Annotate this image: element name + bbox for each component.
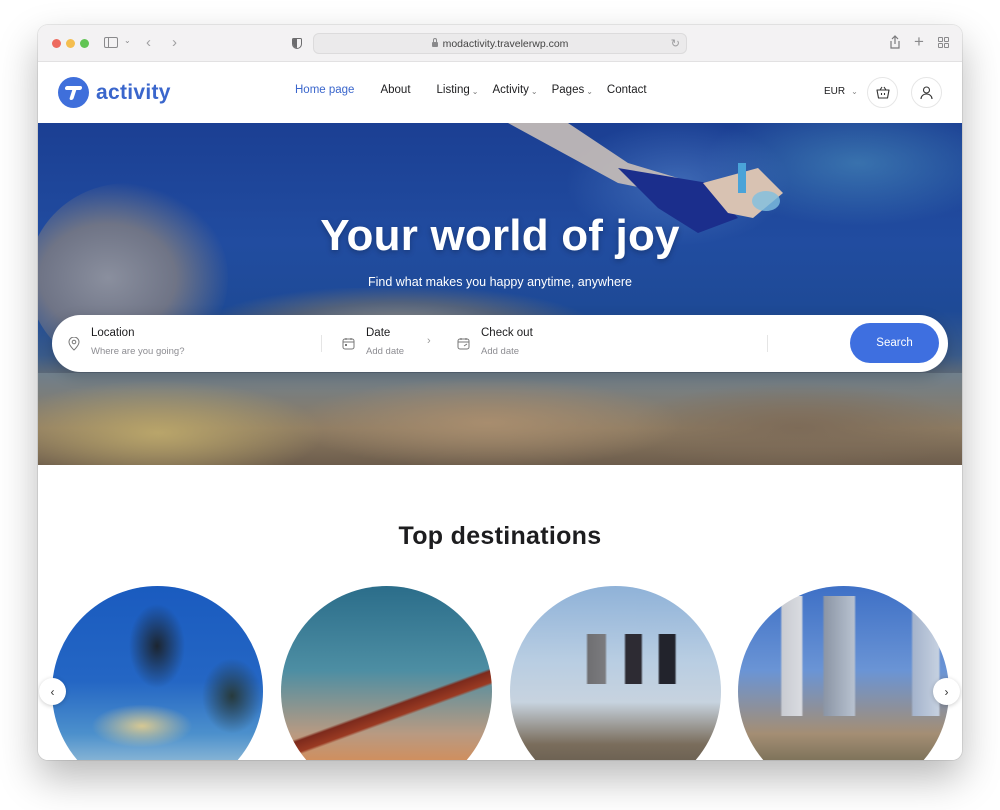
address-bar[interactable]: modactivity.travelerwp.com ↻ — [313, 33, 687, 54]
date-label: Date — [366, 327, 391, 339]
nav-home[interactable]: Home page — [295, 84, 354, 96]
reload-icon[interactable]: ↻ — [671, 37, 680, 50]
hero-banner: Your world of joy Find what makes you ha… — [38, 123, 962, 465]
chevron-down-icon: ⌄ — [471, 86, 479, 96]
checkout-input[interactable]: Add date — [481, 346, 533, 357]
chevron-right-icon: › — [944, 684, 949, 699]
zoom-window-button[interactable] — [80, 39, 89, 48]
share-icon[interactable] — [889, 35, 901, 51]
section-title: Top destinations — [398, 522, 602, 550]
sidebar-toggle-icon[interactable] — [104, 37, 118, 48]
destination-card-bridge[interactable] — [281, 586, 492, 760]
nav-contact[interactable]: Contact — [607, 84, 647, 96]
browser-window: ⌄ ‹ › modactivity.travelerwp.com ↻ + act… — [38, 25, 962, 760]
calendar-checkout-icon — [457, 338, 470, 350]
destination-card-skyline[interactable] — [510, 586, 721, 760]
minimize-window-button[interactable] — [66, 39, 75, 48]
nav-activity[interactable]: Activity ⌄ — [492, 84, 537, 96]
carousel-prev-button[interactable]: ‹ — [39, 678, 66, 705]
site-header: activity Home page About Listing ⌄ Activi… — [38, 62, 962, 123]
close-window-button[interactable] — [52, 39, 61, 48]
main-nav: Home page About Listing ⌄ Activity ⌄ Pages… — [295, 84, 673, 96]
tab-overview-icon[interactable] — [938, 37, 949, 48]
location-field[interactable]: Location Where are you going? — [91, 327, 184, 357]
date-field[interactable]: Date Add date — [366, 327, 404, 357]
hero-title: Your world of joy — [320, 211, 680, 260]
location-label: Location — [91, 327, 135, 339]
currency-value: EUR — [824, 86, 846, 97]
chevron-down-icon: ⌄ — [586, 86, 593, 96]
checkout-label: Check out — [481, 327, 533, 339]
chevron-down-icon: ⌄ — [851, 87, 858, 96]
chevron-left-icon: ‹ — [50, 684, 55, 699]
lock-icon — [431, 38, 438, 47]
privacy-shield-icon[interactable] — [292, 38, 302, 49]
url-text: modactivity.travelerwp.com — [442, 37, 569, 50]
search-form: Location Where are you going? Date Add d… — [52, 315, 948, 372]
hero-subtitle: Find what makes you happy anytime, anywh… — [367, 275, 633, 289]
location-input[interactable]: Where are you going? — [91, 346, 184, 357]
destination-card-diving[interactable] — [52, 586, 263, 760]
nav-pages[interactable]: Pages ⌄ — [552, 84, 593, 96]
logo-icon — [58, 77, 89, 108]
forward-button[interactable]: › — [172, 35, 177, 50]
cart-button[interactable] — [867, 77, 898, 108]
currency-selector[interactable]: EUR ⌄ — [824, 86, 858, 97]
basket-icon — [875, 86, 890, 99]
account-button[interactable] — [911, 77, 942, 108]
carousel-next-button[interactable]: › — [933, 678, 960, 705]
browser-toolbar: ⌄ ‹ › modactivity.travelerwp.com ↻ + — [38, 25, 962, 62]
date-input[interactable]: Add date — [366, 346, 404, 357]
calendar-icon — [342, 338, 355, 350]
top-destinations-section: Top destinations ‹ › — [38, 465, 962, 760]
user-icon — [920, 85, 933, 99]
back-button[interactable]: ‹ — [146, 35, 151, 50]
new-tab-icon[interactable]: + — [914, 33, 924, 50]
brand-name: activity — [96, 80, 171, 104]
search-button[interactable]: Search — [850, 323, 939, 363]
nav-about[interactable]: About — [380, 84, 410, 96]
site-logo[interactable]: activity — [58, 77, 171, 108]
chevron-down-icon: ⌄ — [530, 86, 538, 96]
divider — [767, 335, 768, 352]
hero-image-seabed — [38, 373, 962, 465]
destination-card-downtown[interactable] — [738, 586, 949, 760]
chevron-right-icon: › — [427, 335, 431, 347]
nav-listing[interactable]: Listing ⌄ — [437, 84, 479, 96]
chevron-down-icon[interactable]: ⌄ — [124, 37, 131, 45]
divider — [321, 335, 322, 352]
checkout-field[interactable]: Check out Add date — [481, 327, 533, 357]
location-pin-icon — [68, 337, 80, 351]
